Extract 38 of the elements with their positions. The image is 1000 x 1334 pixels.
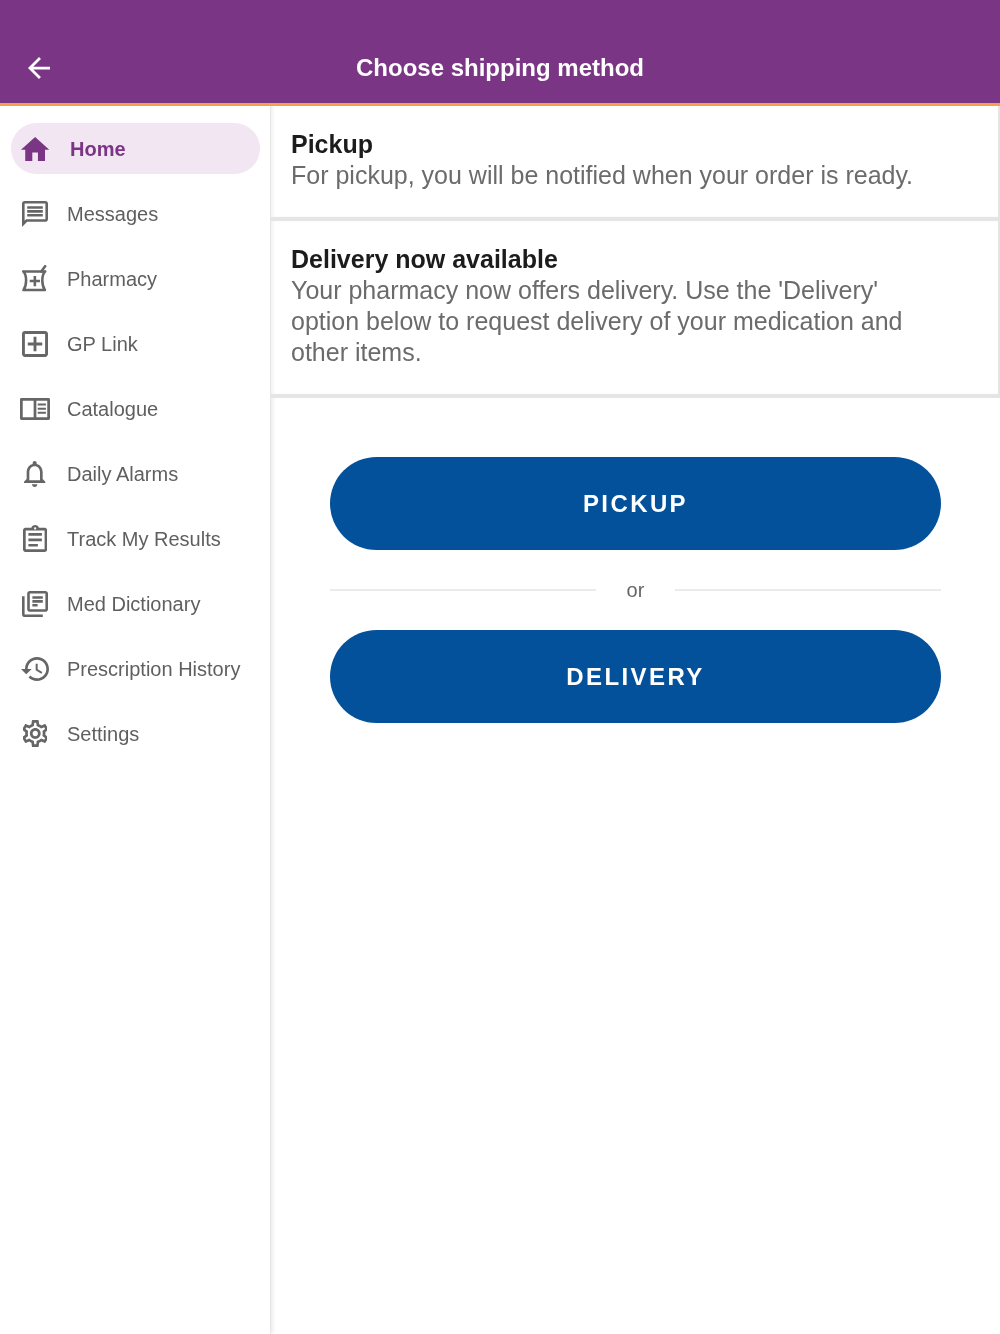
sidebar-item[interactable]: Track My Results — [11, 513, 260, 564]
chat-bubble-icon — [22, 200, 48, 227]
sidebar-item-label: Settings — [67, 721, 140, 747]
sidebar-item[interactable]: Home — [11, 123, 260, 174]
card-text: For pickup, you will be notified when your order is ready. — [291, 160, 915, 191]
sidebar-item-label: Home — [70, 136, 126, 162]
pickup-button[interactable]: PICKUP — [330, 457, 941, 550]
card-text: Your pharmacy now offers delivery. Use the 'Delivery' option below to request delivery of your medication and other items. — [291, 275, 904, 368]
history-icon — [21, 656, 49, 681]
back-arrow-icon — [28, 57, 50, 79]
home-icon — [20, 136, 50, 161]
sidebar-item-label: Pharmacy — [67, 266, 158, 292]
sidebar-item-label: Prescription History — [67, 656, 241, 682]
sidebar-item[interactable]: Pharmacy — [11, 253, 260, 304]
sidebar-item[interactable]: Med Dictionary — [11, 578, 260, 629]
card-title: Delivery now available — [291, 244, 559, 275]
sidebar-item-label: Messages — [67, 201, 159, 227]
sidebar-item-label: Catalogue — [67, 396, 159, 422]
sidebar-item[interactable]: Settings — [11, 708, 260, 759]
settings-icon — [22, 720, 48, 747]
sidebar-item-label: GP Link — [67, 331, 138, 357]
sidebar-item-label: Daily Alarms — [67, 461, 179, 487]
mortar-icon — [22, 265, 48, 292]
sidebar-item[interactable]: Messages — [11, 188, 260, 239]
sidebar-item-label: Track My Results — [67, 526, 221, 552]
book-panel-icon — [20, 397, 50, 420]
sidebar-item[interactable]: Daily Alarms — [11, 448, 260, 499]
stacked-pages-icon — [22, 590, 48, 617]
sidebar-item[interactable]: Prescription History — [11, 643, 260, 694]
delivery-button[interactable]: DELIVERY — [330, 630, 941, 723]
screen-title: Choose shipping method — [356, 53, 644, 83]
card-title: Pickup — [291, 129, 374, 160]
separator-text: or — [625, 578, 646, 603]
sidebar-item-label: Med Dictionary — [67, 591, 201, 617]
bell-icon — [24, 460, 46, 487]
clipboard-icon — [22, 525, 48, 552]
sidebar-item[interactable]: GP Link — [11, 318, 260, 369]
sidebar-item[interactable]: Catalogue — [11, 383, 260, 434]
